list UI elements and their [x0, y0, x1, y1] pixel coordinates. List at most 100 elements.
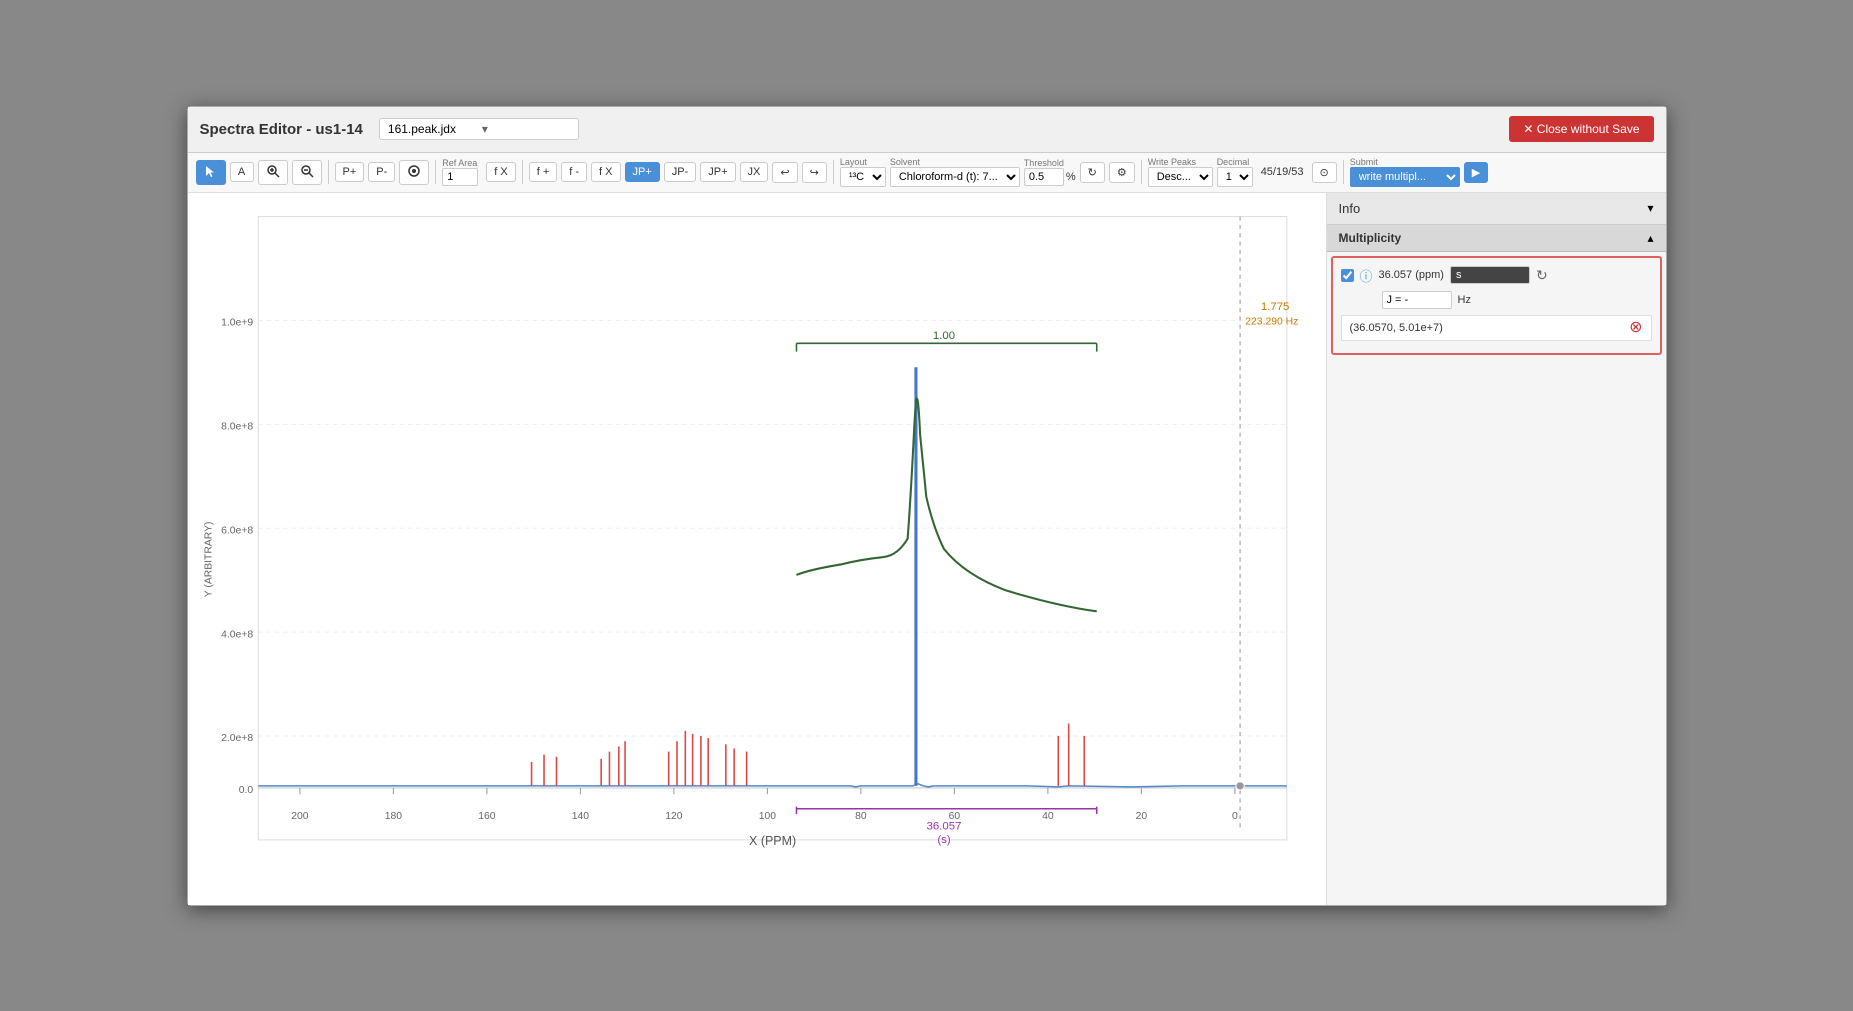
svg-text:X (PPM): X (PPM): [749, 834, 796, 848]
submit-label: Submit: [1350, 157, 1460, 167]
coord-close-btn[interactable]: ⊗: [1629, 320, 1642, 336]
multiplicity-label: Multiplicity: [1339, 231, 1402, 245]
svg-text:36.057: 36.057: [926, 820, 961, 832]
main-window: Spectra Editor - us1-14 161.peak.jdx ▾ ✕…: [187, 106, 1667, 906]
svg-text:1.00: 1.00: [932, 330, 954, 342]
submit-go-btn[interactable]: ▶: [1464, 162, 1488, 183]
svg-text:180: 180: [384, 811, 402, 822]
jx-tool[interactable]: JX: [740, 162, 769, 182]
layout-select[interactable]: ¹³C: [840, 167, 886, 187]
layout-label: Layout: [840, 157, 886, 167]
threshold-label: Threshold: [1024, 158, 1076, 168]
close-button[interactable]: ✕ Close without Save: [1509, 116, 1653, 142]
peak-count: 45/19/53: [1257, 166, 1308, 178]
redo-tool[interactable]: ↪: [802, 162, 827, 183]
annotate-tool[interactable]: A: [230, 162, 254, 182]
mult-entry-row: ⓘ 36.057 (ppm) ↻: [1341, 266, 1652, 285]
svg-text:140: 140: [571, 811, 589, 822]
title-bar-left: Spectra Editor - us1-14 161.peak.jdx ▾: [200, 118, 579, 140]
info-chevron-down: ▾: [1647, 201, 1653, 215]
chart-area[interactable]: 1.0e+9 8.0e+8 6.0e+8 4.0e+8 2.0e+8 0.0 Y…: [188, 193, 1326, 905]
svg-text:160: 160: [478, 811, 496, 822]
pin-tool[interactable]: [399, 160, 429, 185]
ref-area-input[interactable]: [442, 168, 478, 186]
solvent-select[interactable]: Chloroform-d (t): 7...: [890, 167, 1020, 187]
svg-text:200: 200: [291, 811, 309, 822]
svg-text:0.0: 0.0: [238, 785, 253, 796]
info-header[interactable]: Info ▾: [1327, 193, 1666, 225]
threshold-group: Threshold %: [1024, 158, 1076, 186]
decimal-group: Decimal 1 2: [1217, 157, 1253, 187]
zoom-in-tool[interactable]: [258, 160, 288, 185]
svg-text:40: 40: [1042, 811, 1054, 822]
f-minus-tool[interactable]: f -: [561, 162, 587, 182]
settings-tool[interactable]: ⚙: [1109, 162, 1135, 183]
svg-text:120: 120: [665, 811, 683, 822]
svg-text:100: 100: [758, 811, 776, 822]
svg-text:0: 0: [1231, 811, 1237, 822]
ppm-value: 36.057 (ppm): [1379, 269, 1444, 281]
decimal-label: Decimal: [1217, 157, 1253, 167]
write-peaks-group: Write Peaks Desc...: [1148, 157, 1213, 187]
jp-plus-tool[interactable]: JP+: [625, 162, 660, 182]
solvent-label: Solvent: [890, 157, 1020, 167]
svg-text:4.0e+8: 4.0e+8: [221, 629, 253, 640]
multiplicity-header[interactable]: Multiplicity ▴: [1327, 225, 1666, 252]
svg-text:1.775: 1.775: [1260, 301, 1289, 313]
layout-group: Layout ¹³C: [840, 157, 886, 187]
info-icon: ⓘ: [1360, 266, 1373, 285]
svg-text:223.290 Hz: 223.290 Hz: [1245, 316, 1298, 327]
sep4: [833, 160, 834, 184]
ref-area-label: Ref Area: [442, 158, 478, 168]
sidebar: Info ▾ Multiplicity ▴ ⓘ 36.057 (ppm) ↻: [1326, 193, 1666, 905]
sep5: [1141, 160, 1142, 184]
file-selector-value: 161.peak.jdx: [388, 122, 476, 136]
svg-text:20: 20: [1135, 811, 1147, 822]
toolbar: A P+ P- Ref Area f X f + f - f X JP+ JP-…: [188, 153, 1666, 193]
sep3: [522, 160, 523, 184]
refresh-tool[interactable]: ↻: [1080, 162, 1105, 183]
svg-text:6.0e+8: 6.0e+8: [221, 525, 253, 536]
hz-label: Hz: [1458, 294, 1471, 306]
threshold-input[interactable]: [1024, 168, 1064, 186]
peak-plus-tool[interactable]: P+: [335, 162, 365, 182]
title-bar: Spectra Editor - us1-14 161.peak.jdx ▾ ✕…: [188, 107, 1666, 153]
svg-text:8.0e+8: 8.0e+8: [221, 421, 253, 432]
write-peaks-label: Write Peaks: [1148, 157, 1213, 167]
fx-tool[interactable]: f X: [486, 162, 515, 182]
file-selector-arrow: ▾: [482, 122, 570, 136]
peak-minus-tool[interactable]: P-: [368, 162, 395, 182]
undo-tool[interactable]: ↩: [772, 162, 797, 183]
svg-text:80: 80: [855, 811, 867, 822]
info-label: Info: [1339, 201, 1361, 216]
write-peaks-select[interactable]: Desc...: [1148, 167, 1213, 187]
svg-text:1.0e+9: 1.0e+9: [221, 317, 253, 328]
submit-select[interactable]: write multipl...: [1350, 167, 1460, 187]
multiplicity-chevron: ▴: [1647, 231, 1653, 245]
mult-checkbox[interactable]: [1341, 269, 1354, 282]
coord-text: (36.0570, 5.01e+7): [1350, 322, 1443, 334]
svg-text:2.0e+8: 2.0e+8: [221, 733, 253, 744]
f-x2-tool[interactable]: f X: [591, 162, 620, 182]
decimal-select[interactable]: 1 2: [1217, 167, 1253, 187]
file-selector[interactable]: 161.peak.jdx ▾: [379, 118, 579, 140]
spectra-chart[interactable]: 1.0e+9 8.0e+8 6.0e+8 4.0e+8 2.0e+8 0.0 Y…: [196, 201, 1318, 897]
j-value-input[interactable]: [1382, 291, 1452, 309]
jp-minus-tool[interactable]: JP-: [664, 162, 697, 182]
mult-refresh-btn[interactable]: ↻: [1536, 267, 1548, 284]
sep6: [1343, 160, 1344, 184]
coord-display: (36.0570, 5.01e+7) ⊗: [1341, 315, 1652, 341]
sep2: [435, 160, 436, 184]
peak-count-btn[interactable]: ⊙: [1312, 162, 1337, 183]
submit-group: Submit write multipl...: [1350, 157, 1460, 187]
f-plus-tool[interactable]: f +: [529, 162, 558, 182]
jp-plus2-tool[interactable]: JP+: [700, 162, 735, 182]
multiplicity-type-input[interactable]: [1450, 266, 1530, 284]
sep1: [328, 160, 329, 184]
ref-area-group: Ref Area: [442, 158, 478, 186]
main-area: 1.0e+9 8.0e+8 6.0e+8 4.0e+8 2.0e+8 0.0 Y…: [188, 193, 1666, 905]
svg-text:Y (ARBITRARY): Y (ARBITRARY): [203, 521, 214, 597]
zoom-out-tool[interactable]: [292, 160, 322, 185]
j-row: Hz: [1341, 291, 1652, 309]
cursor-tool[interactable]: [196, 160, 226, 185]
